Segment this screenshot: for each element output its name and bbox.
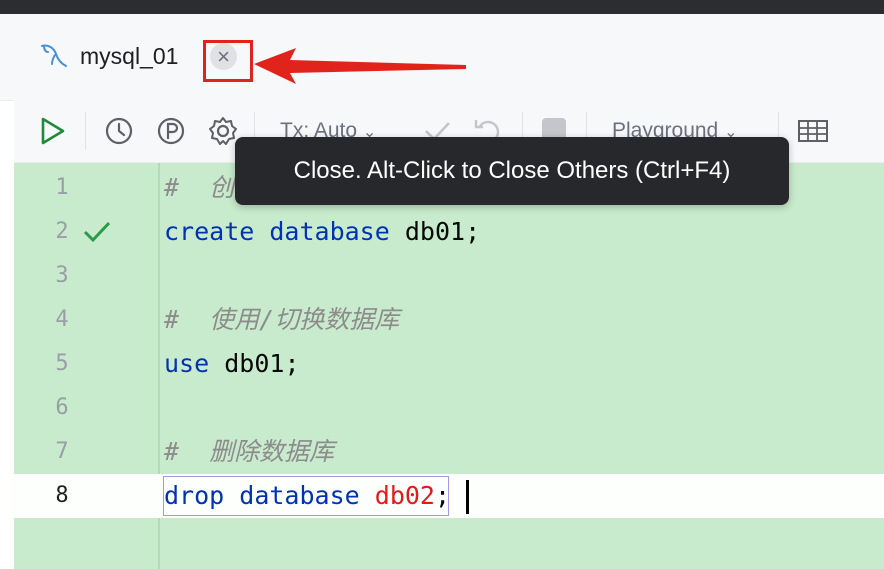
line-number: 8: [55, 483, 69, 508]
code-statement: drop database db02;: [164, 481, 451, 510]
code-line: 6: [14, 386, 884, 430]
history-icon[interactable]: [102, 114, 136, 148]
code-line: 7 # 删除数据库: [14, 430, 884, 474]
window-top-bar: [0, 0, 884, 14]
code-line: 2 create database db01;: [14, 210, 884, 254]
toolbar-separator: [85, 112, 86, 150]
parameters-icon[interactable]: [154, 114, 188, 148]
executed-check-icon: [83, 221, 111, 243]
annotation-arrow: [254, 48, 466, 84]
line-number: 4: [55, 307, 69, 332]
code-line: 5 use db01;: [14, 342, 884, 386]
code-comment: # 删除数据库: [164, 437, 335, 466]
run-icon[interactable]: [38, 114, 68, 148]
line-number: 2: [55, 219, 69, 244]
line-number: 7: [55, 439, 69, 464]
annotation-highlight-box: [203, 40, 253, 82]
code-statement: create database db01;: [164, 217, 481, 246]
tab-label: mysql_01: [80, 43, 179, 69]
code-line: 3: [14, 254, 884, 298]
line-number: 1: [55, 175, 69, 200]
line-number: 6: [55, 395, 69, 420]
code-line-current: 8 drop database db02;: [14, 474, 884, 518]
line-number: 5: [55, 351, 69, 376]
table-view-icon[interactable]: [796, 114, 830, 148]
line-number: 3: [55, 263, 69, 288]
code-statement: use db01;: [164, 349, 300, 378]
mysql-dolphin-icon: [41, 44, 67, 67]
close-tab-tooltip: Close. Alt-Click to Close Others (Ctrl+F…: [235, 137, 789, 205]
text-caret: [466, 480, 469, 514]
code-line: 4 # 使用/切换数据库: [14, 298, 884, 342]
code-comment: # 使用/切换数据库: [164, 305, 400, 334]
sql-editor[interactable]: 1 # 创建 2 create database db01; 3 4 # 使用/…: [14, 163, 884, 569]
